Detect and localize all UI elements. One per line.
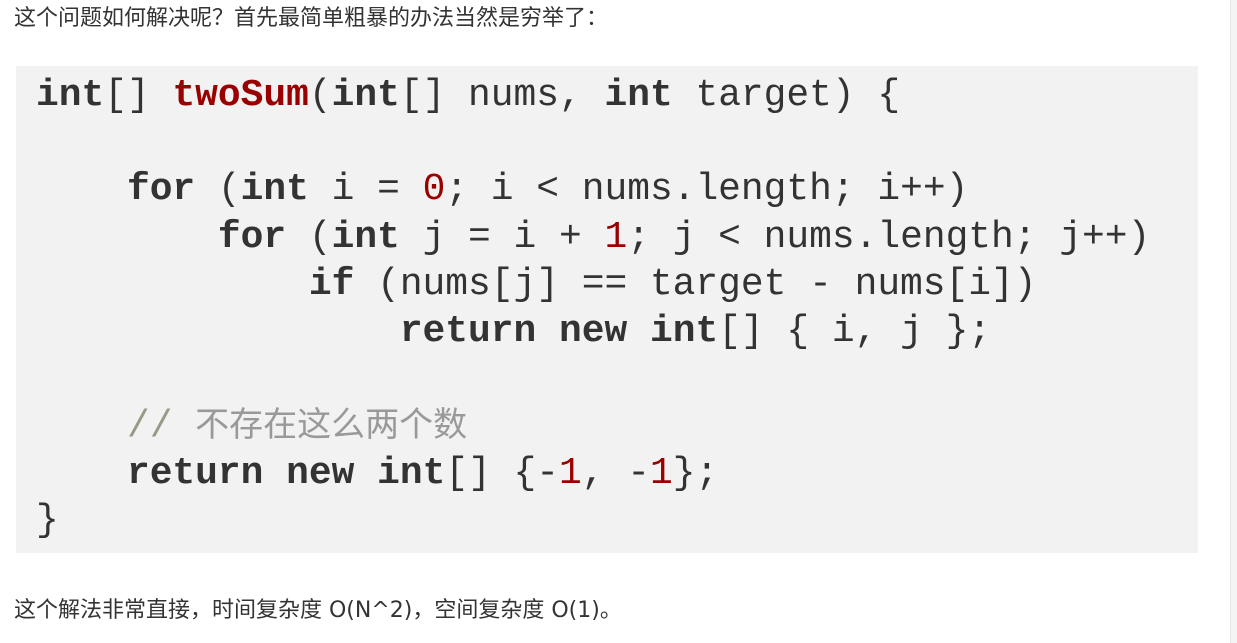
keyword-return: return — [399, 309, 537, 353]
keyword-for: for — [217, 215, 287, 259]
code-line-9: return new int[] {-1, -1}; — [36, 450, 1198, 497]
code-listing: int[] twoSum(int[] nums, int target) { f… — [36, 72, 1198, 544]
conclusion-paragraph: 这个解法非常直接，时间复杂度 O(N^2)，空间复杂度 O(1)。 — [14, 598, 622, 623]
code-text: [] — [104, 74, 173, 117]
code-text: j = i + — [399, 215, 605, 259]
code-line-10: } — [36, 497, 1198, 544]
keyword-return: return — [126, 451, 264, 495]
number-literal: 1 — [604, 215, 628, 259]
code-comment: 不存在这么两个数 — [195, 405, 468, 446]
code-text: ( — [286, 215, 332, 259]
keyword-for: for — [126, 168, 196, 212]
code-text: (nums[j] == target - nums[i]) — [354, 262, 1037, 306]
function-name: twoSum — [172, 74, 309, 117]
code-line-3: for (int i = 0; i < nums.length; i++) — [36, 166, 1198, 213]
keyword-int: int — [36, 74, 105, 117]
code-line-8: // 不存在这么两个数 — [36, 402, 1198, 449]
number-literal: 1 — [650, 451, 673, 495]
code-text: ; i < nums.length; i++) — [445, 168, 969, 212]
code-text: ; j < nums.length; j++) — [627, 215, 1151, 259]
keyword-int: int — [377, 451, 446, 495]
keyword-int: int — [331, 74, 400, 117]
code-text: }; — [672, 451, 719, 495]
keyword-new: new — [286, 451, 355, 495]
code-text: i = — [308, 168, 423, 212]
intro-paragraph: 这个问题如何解决呢？首先最简单粗暴的办法当然是穷举了： — [14, 6, 609, 31]
scrollbar-track[interactable] — [1230, 0, 1237, 643]
code-block: int[] twoSum(int[] nums, int target) { f… — [16, 66, 1198, 553]
number-literal: 0 — [422, 168, 446, 212]
code-line-4: for (int j = i + 1; j < nums.length; j++… — [36, 214, 1198, 261]
code-line-1: int[] twoSum(int[] nums, int target) { — [36, 72, 1198, 119]
keyword-int: int — [604, 74, 673, 117]
code-text: , - — [581, 451, 650, 495]
keyword-int: int — [331, 215, 400, 259]
code-text: [] nums, — [399, 74, 605, 117]
code-line-5: if (nums[j] == target - nums[i]) — [36, 261, 1198, 308]
number-literal: 1 — [559, 451, 582, 495]
keyword-new: new — [559, 309, 628, 353]
comment-slashes: // — [126, 405, 196, 449]
closing-brace: } — [36, 498, 59, 542]
code-text: ( — [195, 168, 241, 212]
keyword-int: int — [649, 309, 719, 353]
keyword-if: if — [308, 262, 355, 306]
keyword-int: int — [240, 168, 309, 212]
code-text: [] {- — [445, 451, 560, 495]
code-line-6: return new int[] { i, j }; — [36, 308, 1198, 355]
code-text: [] { i, j }; — [718, 309, 992, 353]
code-text: ( — [308, 74, 332, 117]
code-text: target) { — [672, 74, 901, 117]
